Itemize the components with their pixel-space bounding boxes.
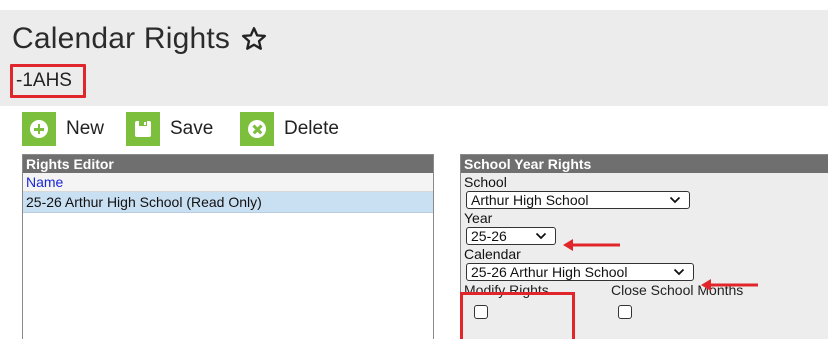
school-select-value: Arthur High School	[471, 192, 589, 208]
action-toolbar: New Save Delete	[0, 106, 828, 150]
modify-rights-highlight-box	[460, 292, 575, 339]
rights-editor-heading: Rights Editor	[23, 155, 433, 173]
close-school-months-checkbox[interactable]	[618, 305, 632, 319]
add-icon	[22, 112, 56, 146]
new-button-label: New	[66, 118, 105, 139]
header-top-strip	[0, 0, 828, 10]
table-row[interactable]: 25-26 Arthur High School (Read Only)	[23, 192, 433, 213]
school-label: School	[464, 174, 507, 190]
delete-button[interactable]: Delete	[240, 112, 339, 146]
school-year-rights-heading: School Year Rights	[461, 155, 828, 173]
delete-button-label: Delete	[284, 118, 339, 139]
context-label: -1AHS	[16, 70, 72, 91]
chevron-down-icon	[535, 232, 547, 240]
new-button[interactable]: New	[22, 112, 104, 146]
arrow-left-icon	[701, 279, 758, 291]
chevron-down-icon	[669, 196, 681, 204]
save-icon	[126, 112, 160, 146]
year-select-value: 25-26	[471, 228, 507, 244]
name-column-header[interactable]: Name	[23, 173, 433, 192]
page-title-wrap: Calendar Rights	[12, 22, 268, 56]
save-button[interactable]: Save	[126, 112, 213, 146]
save-button-label: Save	[170, 118, 214, 139]
calendar-select[interactable]: 25-26 Arthur High School	[466, 263, 694, 281]
chevron-down-icon	[673, 268, 685, 276]
year-label: Year	[464, 210, 493, 226]
year-select[interactable]: 25-26	[466, 227, 556, 245]
school-select[interactable]: Arthur High School	[466, 191, 690, 209]
arrow-left-icon	[563, 239, 620, 251]
page-title: Calendar Rights	[12, 22, 231, 55]
calendar-select-value: 25-26 Arthur High School	[471, 264, 628, 280]
rights-editor-panel: Rights Editor Name 25-26 Arthur High Sch…	[22, 154, 434, 339]
star-icon[interactable]	[240, 25, 268, 53]
calendar-label: Calendar	[464, 246, 521, 262]
delete-icon	[240, 112, 274, 146]
